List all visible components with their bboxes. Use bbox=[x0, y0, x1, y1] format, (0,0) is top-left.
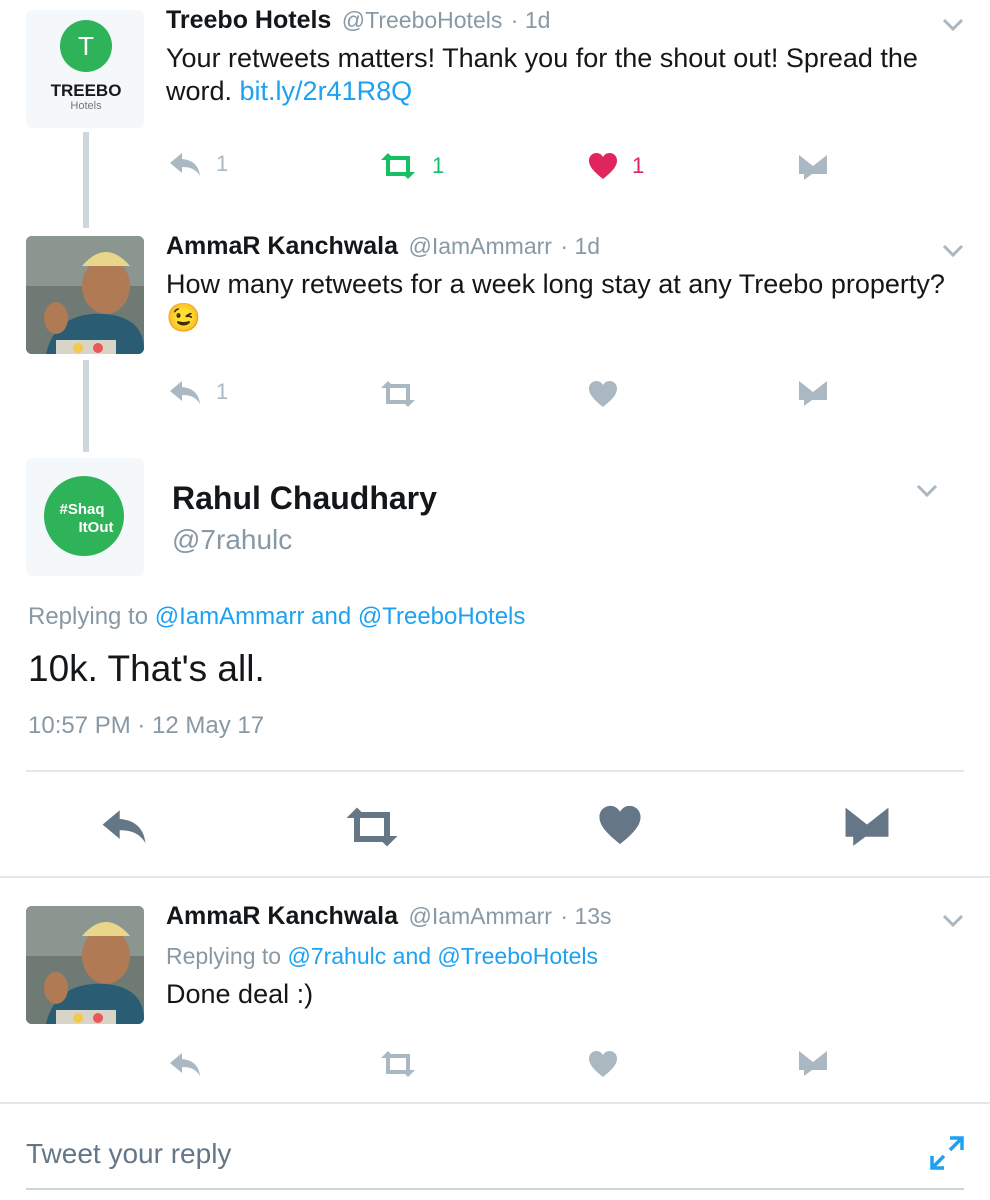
divider bbox=[0, 1102, 990, 1104]
dm-icon bbox=[799, 381, 827, 406]
chevron-down-icon[interactable] bbox=[942, 914, 964, 928]
main-like-action[interactable] bbox=[598, 804, 642, 846]
retweet-icon bbox=[381, 153, 415, 179]
chevron-down-icon[interactable] bbox=[942, 244, 964, 258]
main-tweet-timestamp[interactable]: 10:57 PM · 12 May 17 bbox=[28, 712, 264, 740]
main-retweet-action[interactable] bbox=[342, 806, 402, 848]
reply-icon bbox=[170, 1053, 200, 1076]
replying-to: Replying to @IamAmmarr and @TreeboHotels bbox=[28, 603, 526, 630]
dm-icon bbox=[799, 1051, 827, 1076]
main-tweet-author-name[interactable]: Rahul Chaudhary bbox=[172, 480, 437, 517]
heart-icon bbox=[589, 1051, 617, 1077]
svg-text:Hotels: Hotels bbox=[70, 100, 102, 112]
thread-line bbox=[83, 360, 89, 452]
replying-user-link[interactable]: @TreeboHotels bbox=[358, 603, 526, 630]
shaq-it-out-logo-icon: #Shaq ItOut bbox=[44, 476, 124, 556]
replying-user-link[interactable]: @IamAmmarr bbox=[155, 603, 305, 630]
avatar-treebo[interactable]: T TREEBO Hotels bbox=[26, 10, 144, 128]
like-action[interactable] bbox=[588, 1050, 618, 1078]
dm-action[interactable] bbox=[798, 1050, 828, 1076]
heart-icon bbox=[589, 153, 617, 179]
tweet-author-handle[interactable]: @IamAmmarr bbox=[408, 903, 551, 929]
reply-action[interactable]: 1 bbox=[168, 150, 228, 178]
tweet-text: How many retweets for a week long stay a… bbox=[166, 269, 945, 333]
tweet-author-name[interactable]: AmmaR Kanchwala bbox=[166, 232, 398, 260]
thread-line bbox=[83, 132, 89, 228]
svg-text:ItOut: ItOut bbox=[79, 519, 114, 536]
chevron-down-icon[interactable] bbox=[916, 484, 938, 498]
avatar-photo-icon bbox=[26, 236, 144, 354]
tweet-time[interactable]: · 13s bbox=[560, 903, 611, 929]
tweet-author-name[interactable]: Treebo Hotels bbox=[166, 6, 331, 34]
main-tweet-text: 10k. That's all. bbox=[28, 648, 265, 689]
treebo-logo-icon: T TREEBO Hotels bbox=[51, 20, 122, 112]
retweet-action[interactable]: 1 bbox=[378, 152, 444, 180]
divider bbox=[0, 876, 990, 878]
reply-action[interactable] bbox=[168, 1050, 202, 1078]
chevron-down-icon[interactable] bbox=[942, 18, 964, 32]
heart-icon bbox=[599, 805, 641, 845]
dm-action[interactable] bbox=[798, 380, 828, 406]
replying-user-link[interactable]: @7rahulc bbox=[287, 943, 386, 969]
tweet-link[interactable]: bit.ly/2r41R8Q bbox=[240, 76, 413, 106]
avatar-ammar[interactable] bbox=[26, 236, 144, 354]
replying-to: Replying to @7rahulc and @TreeboHotels bbox=[166, 943, 598, 969]
dm-action[interactable] bbox=[798, 154, 828, 180]
dm-icon bbox=[845, 807, 889, 846]
retweet-action[interactable] bbox=[378, 1050, 418, 1078]
wink-emoji: 😉 bbox=[166, 302, 201, 333]
reply-action[interactable]: 1 bbox=[168, 378, 228, 406]
tweet-author-handle[interactable]: @IamAmmarr bbox=[408, 233, 551, 259]
dm-icon bbox=[799, 155, 827, 180]
like-action[interactable] bbox=[588, 380, 618, 408]
main-reply-action[interactable] bbox=[98, 806, 150, 846]
like-action[interactable]: 1 bbox=[588, 152, 644, 180]
reply-icon bbox=[170, 153, 200, 176]
avatar-rahul[interactable]: #Shaq ItOut bbox=[26, 458, 144, 576]
heart-icon bbox=[589, 381, 617, 407]
retweet-icon bbox=[346, 807, 398, 847]
reply-input[interactable] bbox=[26, 1130, 906, 1178]
svg-text:TREEBO: TREEBO bbox=[51, 81, 122, 100]
main-tweet-author-handle[interactable]: @7rahulc bbox=[172, 524, 292, 556]
retweet-icon bbox=[381, 1051, 415, 1077]
reply-icon bbox=[102, 810, 146, 844]
composer-underline bbox=[26, 1188, 964, 1190]
reply-icon bbox=[170, 381, 200, 404]
tweet-author-handle[interactable]: @TreeboHotels bbox=[342, 7, 503, 33]
svg-text:#Shaq: #Shaq bbox=[59, 501, 104, 518]
expand-icon[interactable] bbox=[930, 1136, 964, 1170]
divider bbox=[26, 770, 964, 772]
tweet-text: Done deal :) bbox=[166, 979, 314, 1009]
retweet-icon bbox=[381, 381, 415, 407]
main-dm-action[interactable] bbox=[844, 806, 890, 846]
replying-user-link[interactable]: @TreeboHotels bbox=[437, 943, 598, 969]
svg-text:T: T bbox=[78, 31, 94, 61]
avatar-photo-icon bbox=[26, 906, 144, 1024]
tweet-time[interactable]: · 1d bbox=[560, 233, 600, 259]
tweet-author-name[interactable]: AmmaR Kanchwala bbox=[166, 902, 398, 930]
retweet-action[interactable] bbox=[378, 380, 418, 408]
avatar-ammar[interactable] bbox=[26, 906, 144, 1024]
tweet-time[interactable]: · 1d bbox=[511, 7, 551, 33]
tweet-text: Your retweets matters! Thank you for the… bbox=[166, 43, 918, 106]
